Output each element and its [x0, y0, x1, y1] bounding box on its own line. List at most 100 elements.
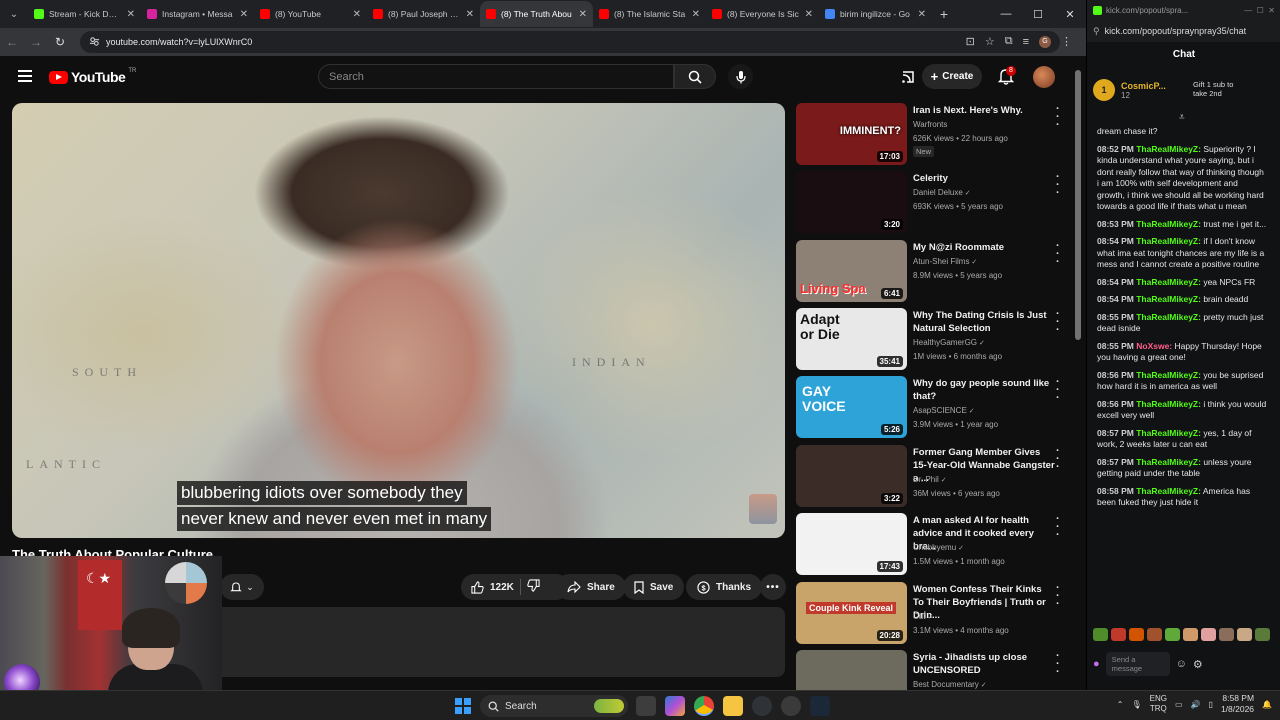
page-scrollbar[interactable]: [1075, 60, 1081, 690]
chat-username[interactable]: ThaRealMikeyZ:: [1136, 219, 1201, 229]
close-tab-icon[interactable]: ✕: [692, 9, 700, 20]
close-window-icon[interactable]: ✕: [1054, 0, 1086, 28]
youtube-logo[interactable]: YouTube TR: [49, 68, 136, 85]
emote-icon[interactable]: [1219, 628, 1234, 641]
reload-icon[interactable]: ↻: [48, 28, 72, 56]
video-title[interactable]: Why do gay people sound like that?: [913, 377, 1055, 403]
browser-tab[interactable]: (8) YouTube ✕: [254, 1, 367, 27]
subscription-bell-button[interactable]: ⌄: [220, 574, 264, 600]
video-title[interactable]: Women Confess Their Kinks To Their Boyfr…: [913, 583, 1055, 622]
video-title[interactable]: Why The Dating Crisis Is Just Natural Se…: [913, 309, 1055, 335]
video-thumbnail[interactable]: 3:22: [796, 445, 907, 507]
more-actions-button[interactable]: •••: [760, 574, 786, 600]
profile-avatar[interactable]: G: [1039, 35, 1051, 48]
like-button[interactable]: 122K: [471, 580, 514, 594]
recommended-video[interactable]: 17:43 A man asked AI for health advice an…: [796, 513, 1071, 577]
more-vertical-icon[interactable]: · · ·: [1056, 172, 1060, 199]
save-button[interactable]: Save: [623, 574, 685, 600]
microphone-icon[interactable]: ●: [1093, 658, 1100, 670]
gift-sub-prompt[interactable]: Gift 1 sub to take 2nd: [1193, 80, 1233, 98]
voice-search-button[interactable]: [728, 64, 753, 89]
chat-username[interactable]: ThaRealMikeyZ:: [1136, 457, 1201, 467]
recommended-video[interactable]: 3:20 Celerity Daniel Deluxe ✓ 693K views • …: [796, 171, 1071, 235]
chat-username[interactable]: ThaRealMikeyZ:: [1136, 399, 1201, 409]
channel-name[interactable]: HealthyGamerGG ✓: [913, 338, 985, 347]
recommended-video[interactable]: Adapt or Die 35:41 Why The Dating Crisis I…: [796, 308, 1071, 372]
video-title[interactable]: My N@zi Roommate: [913, 241, 1055, 254]
chat-username[interactable]: ThaRealMikeyZ:: [1136, 486, 1201, 496]
close-tab-icon[interactable]: ✕: [466, 9, 474, 20]
thanks-button[interactable]: $ Thanks: [686, 574, 763, 600]
chat-username[interactable]: NoXswe:: [1136, 341, 1172, 351]
video-title[interactable]: Syria - Jihadists up close UNCENSORED: [913, 651, 1055, 677]
display-icon[interactable]: ▭: [1175, 700, 1183, 709]
emote-icon[interactable]: [1255, 628, 1270, 641]
scrollbar-thumb[interactable]: [1075, 70, 1081, 340]
channel-name[interactable]: Chubbyemu ✓: [913, 543, 964, 552]
more-vertical-icon[interactable]: · · ·: [1056, 241, 1060, 268]
emote-icon[interactable]: [1183, 628, 1198, 641]
back-icon[interactable]: ←: [0, 28, 24, 56]
channel-name[interactable]: Best Documentary ✓: [913, 680, 987, 689]
search-input[interactable]: Search: [318, 64, 674, 89]
more-vertical-icon[interactable]: · · ·: [1056, 514, 1060, 541]
more-vertical-icon[interactable]: · · ·: [1056, 377, 1060, 404]
video-thumbnail[interactable]: 17:43: [796, 513, 907, 575]
more-vertical-icon[interactable]: · · ·: [1056, 446, 1060, 473]
video-thumbnail[interactable]: Adapt or Die 35:41: [796, 308, 907, 370]
chat-username[interactable]: ThaRealMikeyZ:: [1136, 277, 1201, 287]
channel-name[interactable]: Cut ✓: [913, 612, 933, 621]
task-view-icon[interactable]: [636, 696, 656, 716]
emote-picker-icon[interactable]: ☺: [1176, 658, 1187, 670]
browser-tab[interactable]: (8) Everyone Is Sic ✕: [706, 1, 819, 27]
more-vertical-icon[interactable]: · · ·: [1056, 104, 1060, 131]
chat-username[interactable]: ThaRealMikeyZ:: [1136, 428, 1201, 438]
site-info-icon[interactable]: [89, 36, 100, 47]
recommended-video[interactable]: 3:22 Former Gang Member Gives 15-Year-Old…: [796, 445, 1071, 509]
video-thumbnail[interactable]: Living Spa 6:41: [796, 240, 907, 302]
channel-watermark[interactable]: [749, 494, 777, 524]
emote-icon[interactable]: [1165, 628, 1180, 641]
chat-username[interactable]: ThaRealMikeyZ:: [1136, 236, 1201, 246]
pinned-gifter[interactable]: 1 CosmicP... 12 Gift 1 sub to take 2nd: [1093, 70, 1273, 110]
start-windows-icon[interactable]: [455, 698, 471, 714]
channel-name[interactable]: Daniel Deluxe ✓: [913, 188, 971, 197]
more-vertical-icon[interactable]: · · ·: [1056, 583, 1060, 610]
channel-name[interactable]: Atun-Shei Films ✓: [913, 257, 977, 266]
video-thumbnail[interactable]: 3:20: [796, 171, 907, 233]
emote-icon[interactable]: [1201, 628, 1216, 641]
close-tab-icon[interactable]: ✕: [805, 9, 813, 20]
chat-username[interactable]: ThaRealMikeyZ:: [1136, 312, 1201, 322]
recommended-video[interactable]: Living Spa 6:41 My N@zi Roommate Atun-Shei …: [796, 240, 1071, 304]
browser-menu-icon[interactable]: ⋮: [1061, 35, 1072, 48]
tab-search-icon[interactable]: ⌄: [0, 0, 28, 28]
dislike-button[interactable]: [527, 579, 540, 595]
battery-icon[interactable]: ▯: [1209, 700, 1213, 709]
account-avatar[interactable]: [1033, 66, 1055, 88]
settings-gear-icon[interactable]: ⚙: [1193, 658, 1203, 671]
close-tab-icon[interactable]: ✕: [240, 9, 248, 20]
media-controls-icon[interactable]: ≡: [1023, 36, 1029, 48]
file-explorer-icon[interactable]: [723, 696, 743, 716]
channel-name[interactable]: AsapSCIENCE ✓: [913, 406, 975, 415]
bookmark-star-icon[interactable]: ☆: [985, 35, 995, 48]
recommended-video[interactable]: IMMINENT? 17:03 Iran is Next. Here's Why. W…: [796, 103, 1071, 167]
browser-tab[interactable]: Instagram • Messa ✕: [141, 1, 254, 27]
close-tab-icon[interactable]: ✕: [353, 9, 361, 20]
cast-icon[interactable]: [900, 69, 916, 85]
close-tab-icon[interactable]: ✕: [918, 9, 926, 20]
emote-icon[interactable]: [1093, 628, 1108, 641]
browser-tab[interactable]: birim ingilizce - Go ✕: [819, 1, 932, 27]
browser-tab[interactable]: (8) Paul Joseph Wa ✕: [367, 1, 480, 27]
address-bar[interactable]: youtube.com/watch?v=lyLUlXWnrC0: [80, 31, 1060, 53]
site-info-icon[interactable]: ⚲: [1093, 26, 1100, 37]
window-controls-icon[interactable]: — ☐ ✕: [1244, 6, 1275, 15]
close-tab-icon[interactable]: ✕: [579, 9, 587, 20]
emote-icon[interactable]: [1129, 628, 1144, 641]
browser-tab[interactable]: (8) The Islamic Sta ✕: [593, 1, 706, 27]
browser-tab[interactable]: (8) The Truth Abou ✕: [480, 1, 593, 27]
media-player-icon[interactable]: [781, 696, 801, 716]
taskbar-search[interactable]: Search: [480, 695, 628, 717]
video-thumbnail[interactable]: Couple Kink Reveal 20:28: [796, 582, 907, 644]
share-button[interactable]: Share: [556, 574, 626, 600]
